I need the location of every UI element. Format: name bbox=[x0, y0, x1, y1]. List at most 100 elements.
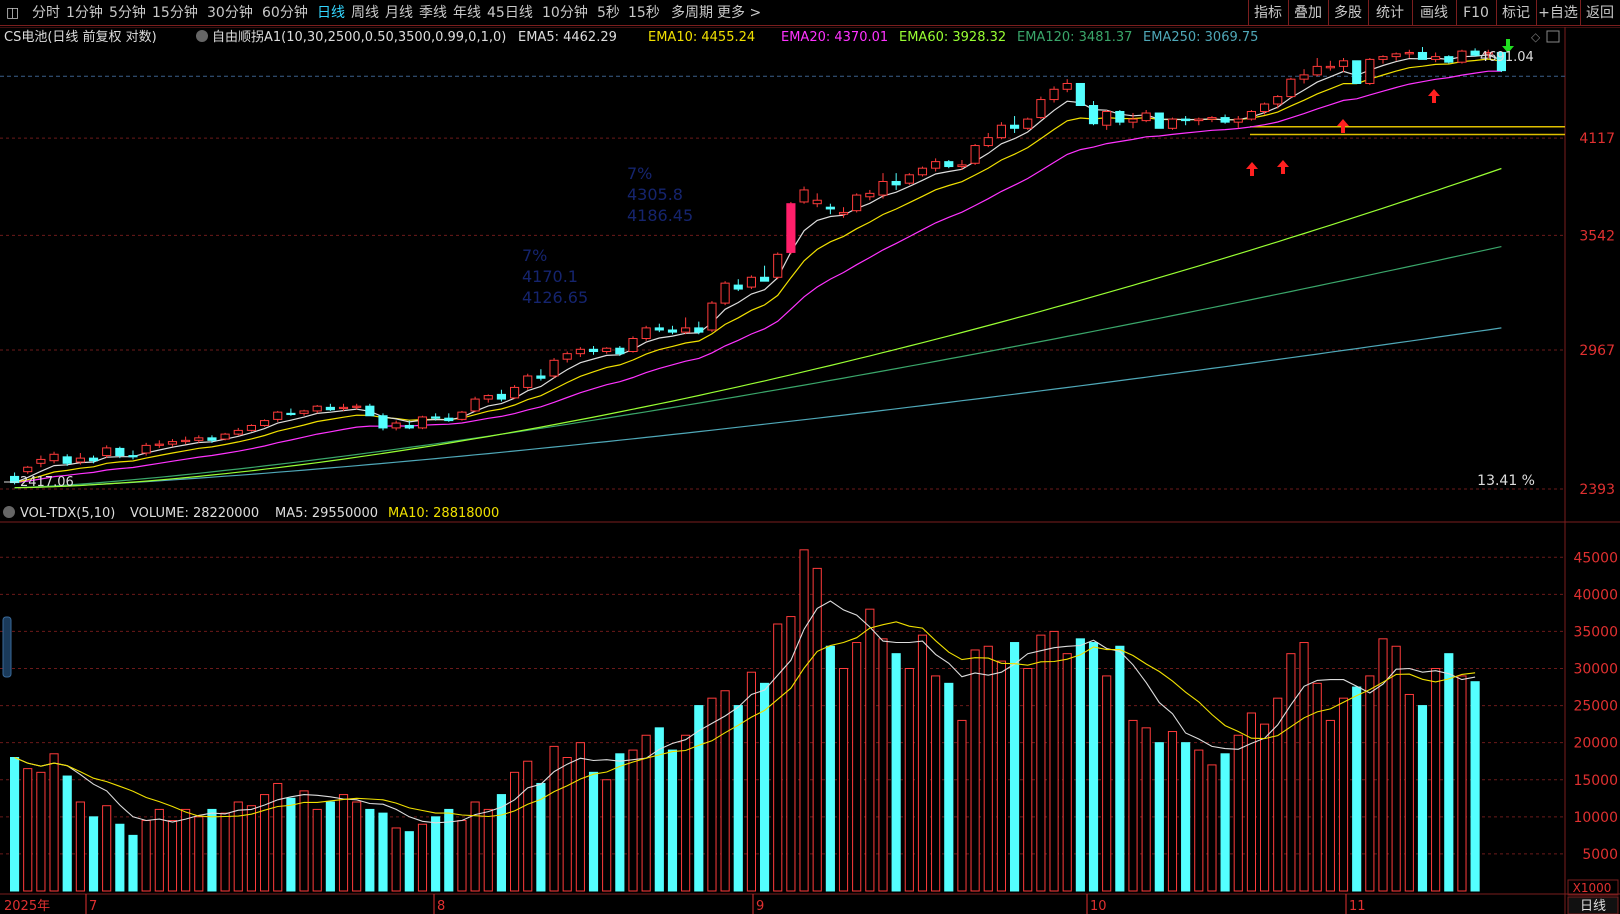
volume-axis-label: 30000 bbox=[1573, 662, 1618, 678]
candle bbox=[286, 412, 296, 416]
toolbar-button-2[interactable]: 多股 bbox=[1328, 3, 1368, 23]
stock-title: CS电池(日线 前复权 对数) bbox=[4, 29, 157, 45]
candle bbox=[838, 211, 849, 215]
toolbar-button-3[interactable]: 统计 bbox=[1368, 3, 1412, 23]
diamond-icon: ◇ bbox=[1531, 30, 1541, 44]
scroll-handle[interactable] bbox=[2, 616, 12, 678]
candle bbox=[299, 410, 309, 414]
candle bbox=[181, 439, 191, 443]
period-tab-5[interactable]: 60分钟 bbox=[262, 3, 308, 23]
candle bbox=[667, 329, 678, 333]
indicator-toggle-icon[interactable] bbox=[196, 30, 208, 42]
candle bbox=[1220, 117, 1230, 123]
volume-bar bbox=[615, 753, 625, 892]
volume-ma5-label: MA5: 29550000 bbox=[275, 506, 378, 521]
toolbar-button-0[interactable]: 指标 bbox=[1248, 3, 1288, 23]
period-tab-9[interactable]: 季线 bbox=[419, 3, 447, 23]
volume-bar bbox=[1431, 668, 1441, 892]
ema-line-60 bbox=[14, 167, 1502, 489]
candle bbox=[707, 302, 717, 331]
period-tab-1[interactable]: 1分钟 bbox=[66, 3, 103, 23]
volume-bar bbox=[720, 690, 730, 892]
volume-bar bbox=[286, 797, 296, 892]
candle bbox=[75, 457, 85, 463]
volume-bar bbox=[1128, 719, 1138, 892]
period-tab-7[interactable]: 周线 bbox=[351, 3, 379, 23]
period-tab-10[interactable]: 年线 bbox=[453, 3, 481, 23]
candle bbox=[352, 405, 362, 408]
candle bbox=[273, 411, 283, 420]
toolbar-button-6[interactable]: 标记 bbox=[1496, 3, 1536, 23]
period-indicator: 日线 bbox=[1580, 899, 1606, 914]
maximize-icon[interactable] bbox=[1546, 30, 1560, 43]
volume-bar bbox=[88, 816, 99, 892]
panel-toggle-icon[interactable]: ◫ bbox=[6, 3, 19, 23]
candle bbox=[944, 161, 954, 168]
period-tab-6[interactable]: 日线 bbox=[317, 3, 345, 23]
candle bbox=[1023, 118, 1033, 129]
volume-bar bbox=[865, 608, 875, 892]
period-tab-8[interactable]: 月线 bbox=[385, 3, 413, 23]
period-tab-11[interactable]: 45日线 bbox=[487, 3, 533, 23]
candle bbox=[760, 276, 770, 282]
candle bbox=[1010, 124, 1020, 129]
volume-axis-label: 35000 bbox=[1573, 624, 1618, 640]
toolbar-button-8[interactable]: 返回 bbox=[1580, 3, 1620, 23]
candle bbox=[1102, 111, 1112, 126]
volume-bar bbox=[1260, 723, 1270, 892]
price-axis-label: 4117 bbox=[1579, 131, 1615, 147]
month-label: 10 bbox=[1090, 899, 1107, 914]
volume-bar bbox=[1181, 742, 1191, 892]
period-tab-13[interactable]: 5秒 bbox=[597, 3, 620, 23]
volume-bar bbox=[510, 771, 520, 892]
volume-toggle-icon[interactable] bbox=[3, 506, 15, 518]
volume-bar bbox=[549, 745, 559, 892]
candle bbox=[1088, 105, 1099, 125]
candle bbox=[812, 199, 822, 205]
candle bbox=[786, 203, 796, 253]
low-price-marker: 2417.06 bbox=[20, 475, 74, 490]
candle bbox=[720, 282, 730, 304]
candle bbox=[1470, 50, 1480, 56]
buy-arrow-icon bbox=[1337, 119, 1349, 133]
ema-label-2: EMA20: 4370.01 bbox=[781, 30, 888, 45]
period-tab-3[interactable]: 15分钟 bbox=[152, 3, 198, 23]
volume-ma10-line bbox=[14, 621, 1476, 818]
buy-arrow-icon bbox=[1277, 160, 1289, 174]
period-tab-12[interactable]: 10分钟 bbox=[542, 3, 588, 23]
volume-bar bbox=[338, 794, 349, 892]
candle bbox=[549, 359, 559, 377]
period-tab-2[interactable]: 5分钟 bbox=[109, 3, 146, 23]
candle bbox=[36, 458, 46, 464]
volume-bar bbox=[1141, 727, 1151, 892]
candle bbox=[983, 137, 993, 147]
candle bbox=[1181, 118, 1191, 122]
toolbar-button-4[interactable]: 画线 bbox=[1412, 3, 1456, 23]
volume-bar bbox=[1246, 712, 1257, 892]
volume-bar bbox=[1233, 734, 1243, 892]
volume-bar bbox=[628, 749, 638, 892]
period-tab-4[interactable]: 30分钟 bbox=[207, 3, 253, 23]
volume-bar bbox=[931, 675, 941, 892]
toolbar-button-7[interactable]: +自选 bbox=[1536, 3, 1580, 23]
volume-bar bbox=[417, 823, 428, 892]
toolbar-button-5[interactable]: F10 bbox=[1456, 3, 1496, 23]
period-tab-0[interactable]: 分时 bbox=[32, 3, 60, 23]
volume-bar bbox=[1365, 675, 1375, 892]
period-tab-16[interactable]: 更多 > bbox=[717, 3, 761, 23]
volume-bar bbox=[1036, 634, 1046, 892]
buy-arrow-icon bbox=[1428, 89, 1440, 103]
period-tab-14[interactable]: 15秒 bbox=[628, 3, 660, 23]
candle bbox=[1378, 56, 1388, 60]
toolbar-button-1[interactable]: 叠加 bbox=[1288, 3, 1328, 23]
price-annotation: 4126.65 bbox=[522, 288, 588, 307]
price-axis-label: 3542 bbox=[1579, 228, 1615, 244]
candle bbox=[260, 420, 270, 426]
candle bbox=[417, 416, 428, 429]
period-tab-15[interactable]: 多周期 bbox=[671, 3, 713, 23]
candle bbox=[1062, 82, 1072, 90]
volume-bar bbox=[799, 549, 809, 892]
candle bbox=[167, 441, 178, 445]
candle bbox=[207, 437, 217, 441]
volume-bar bbox=[167, 820, 178, 892]
